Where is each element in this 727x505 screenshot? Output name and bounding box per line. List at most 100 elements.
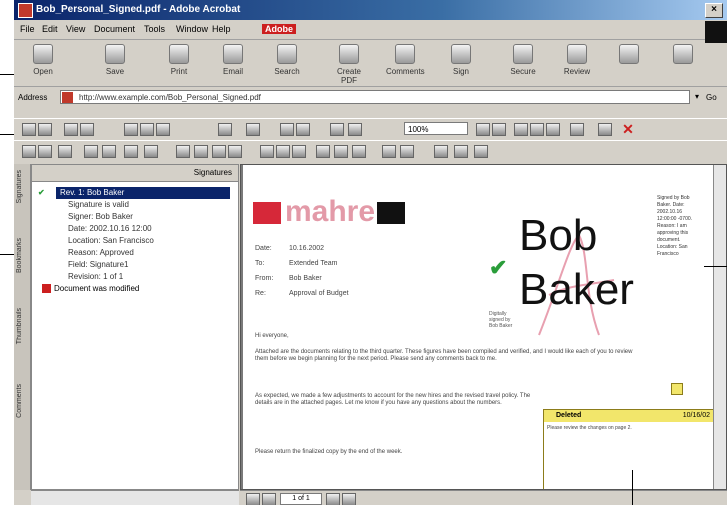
back-icon[interactable] [330,123,344,136]
select-text-icon[interactable] [38,123,52,136]
modified-warning-row[interactable]: Document was modified [32,283,238,295]
movie-tool-icon[interactable] [212,145,226,158]
lock-icon [513,44,533,64]
create-pdf-button[interactable]: Create PDF [330,44,368,85]
pause-icon[interactable] [454,145,468,158]
open-button[interactable]: Open [24,44,62,76]
form-tool-icon[interactable] [176,145,190,158]
prev-page-icon[interactable] [80,123,94,136]
underline-icon[interactable] [334,145,348,158]
signature-detail[interactable]: Location: San Francisco [32,235,238,247]
actual-size-icon[interactable] [514,123,528,136]
signature-detail[interactable]: Reason: Approved [32,247,238,259]
page-indicator[interactable]: 1 of 1 [280,493,322,505]
snapshot-icon[interactable] [124,123,138,136]
status-bar: 1 of 1 [240,490,727,505]
note-tool-icon[interactable] [22,145,36,158]
menu-help[interactable]: Help [212,24,231,34]
oval-icon[interactable] [276,145,290,158]
text-tool-icon[interactable] [38,145,52,158]
note-popup-header[interactable]: Deleted 10/16/02 [544,410,716,422]
forward-icon[interactable] [348,123,362,136]
touchup-text-icon[interactable] [84,145,98,158]
crop-icon[interactable] [124,145,138,158]
note-popup-text[interactable]: Please review the changes on page 2. [544,422,716,434]
touchup-object-icon[interactable] [102,145,116,158]
zoom-plus-icon[interactable] [492,123,506,136]
signature-detail[interactable]: Date: 2002.10.16 12:00 [32,223,238,235]
fit-visible-icon[interactable] [546,123,560,136]
tab-comments[interactable]: Comments [16,384,23,418]
email-button[interactable]: Email [214,44,252,76]
menu-tools[interactable]: Tools [144,24,165,34]
tab-bookmarks[interactable]: Bookmarks [16,238,23,273]
signature-detail[interactable]: Field: Signature1 [32,259,238,271]
line-icon[interactable] [292,145,306,158]
zoom-in-icon[interactable] [140,123,154,136]
hand-tool-icon[interactable] [22,123,36,136]
note-icon[interactable] [671,383,683,395]
delete-icon[interactable]: ✕ [620,121,636,137]
zoom-select[interactable]: 100% [404,122,468,135]
fit-page-icon[interactable] [218,123,232,136]
signature-row[interactable]: ✔ Rev. 1: Bob Baker [32,187,238,199]
pencil-icon[interactable] [228,145,242,158]
menu-window[interactable]: Window [176,24,208,34]
article-tool-icon[interactable] [194,145,208,158]
zoom-minus-icon[interactable] [476,123,490,136]
note-popup[interactable]: Deleted 10/16/02 Please review the change… [543,409,717,489]
signatures-panel-header[interactable]: Signatures [32,165,238,182]
tab-thumbnails[interactable]: Thumbnails [16,308,23,344]
menu-document[interactable]: Document [94,24,135,34]
comments-button[interactable]: Comments [386,44,425,76]
find-icon[interactable] [598,123,612,136]
first-page-icon[interactable] [64,123,78,136]
fit-width-icon[interactable] [530,123,544,136]
prev-page-nav-icon[interactable] [262,493,276,505]
last-page-icon[interactable] [296,123,310,136]
highlight-icon[interactable] [58,145,72,158]
strikeout-icon[interactable] [352,145,366,158]
history-button[interactable] [664,44,702,67]
address-input[interactable]: http://www.example.com/Bob_Personal_Sign… [60,90,690,104]
close-icon[interactable]: × [705,3,723,18]
signature-detail[interactable]: Signature is valid [32,199,238,211]
play-icon[interactable] [434,145,448,158]
signature-details-text: Signed by Bob Baker. Date: 2002.10.16 12… [657,195,693,257]
print-button[interactable]: Print [160,44,198,76]
rotate-icon[interactable] [246,123,260,136]
next-page-icon[interactable] [280,123,294,136]
adobe-badge[interactable]: Adobe [262,24,296,34]
rectangle-icon[interactable] [260,145,274,158]
tab-signatures[interactable]: Signatures [16,170,23,203]
extra-button[interactable] [610,44,648,67]
save-button[interactable]: Save [96,44,134,76]
review-button[interactable]: Review [558,44,596,76]
digital-signature-icon[interactable] [382,145,396,158]
zoom-out-icon[interactable] [156,123,170,136]
menu-file[interactable]: File [20,24,35,34]
signature-label[interactable]: Rev. 1: Bob Baker [56,187,230,199]
signature-detail[interactable]: Revision: 1 of 1 [32,271,238,283]
pdf-page: mahre Date: 10.16.2002 To: Extended Team F… [243,165,717,489]
attach-icon[interactable] [400,145,414,158]
next-page-nav-icon[interactable] [326,493,340,505]
address-dropdown-icon[interactable]: ▾ [692,90,702,104]
sign-button[interactable]: Sign [442,44,480,76]
search-button[interactable]: Search [268,44,306,76]
panel-horizontal-scrollbar[interactable] [31,490,239,505]
document-vertical-scrollbar[interactable] [713,165,726,489]
secure-button[interactable]: Secure [504,44,542,76]
menu-edit[interactable]: Edit [42,24,58,34]
stamp-icon[interactable] [316,145,330,158]
go-button[interactable]: Go [706,93,717,102]
paragraph-1: Attached are the documents relating to t… [255,349,633,362]
menu-view[interactable]: View [66,24,85,34]
first-page-nav-icon[interactable] [246,493,260,505]
last-page-nav-icon[interactable] [342,493,356,505]
signature-field[interactable]: Bob Baker [519,209,634,317]
signature-detail[interactable]: Signer: Bob Baker [32,211,238,223]
reflow-icon[interactable] [570,123,584,136]
link-tool-icon[interactable] [144,145,158,158]
stop-icon[interactable] [474,145,488,158]
